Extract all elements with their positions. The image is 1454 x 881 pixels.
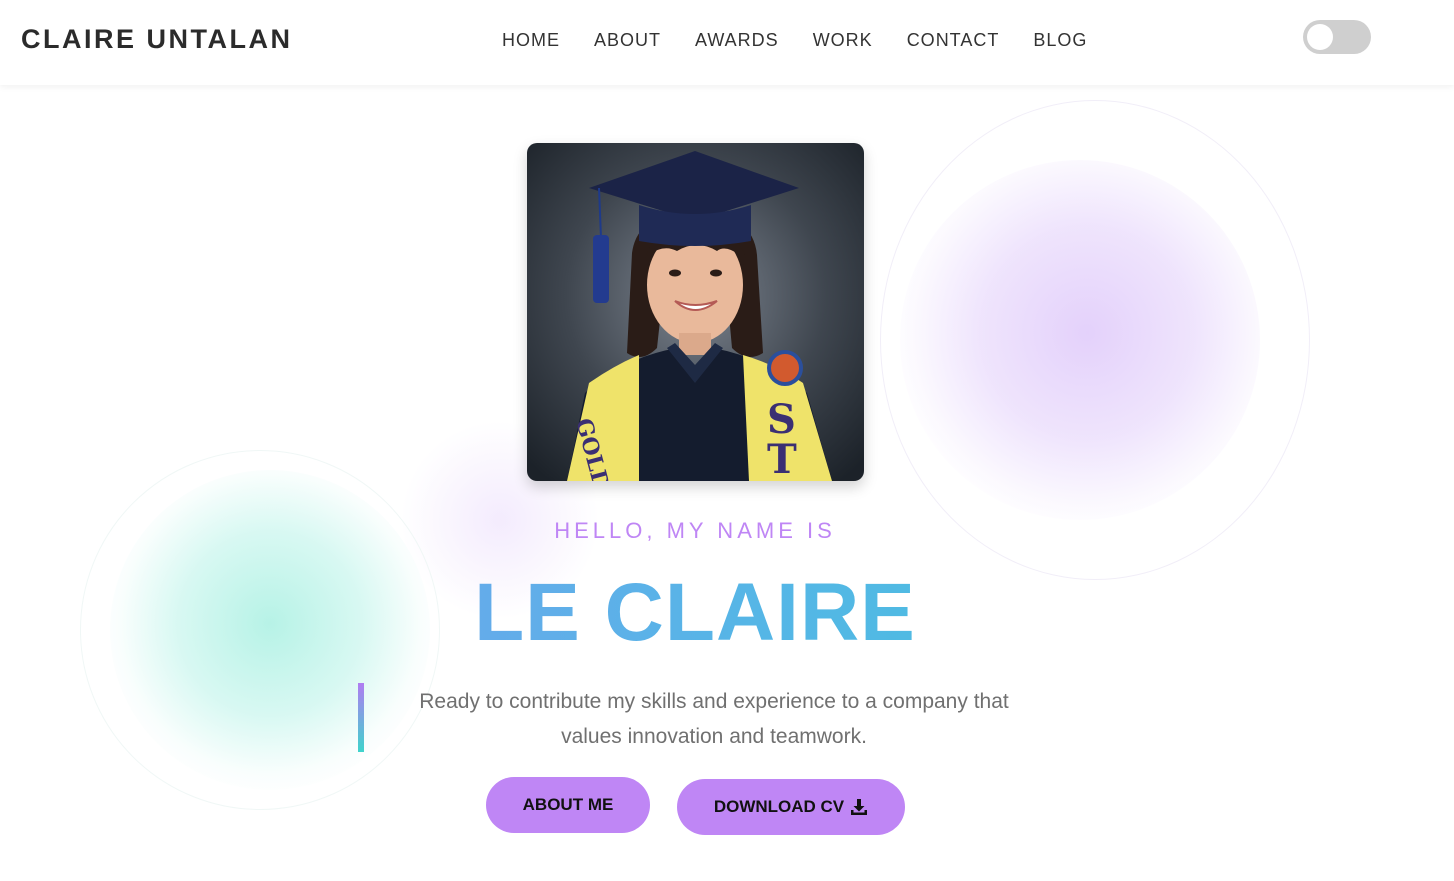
profile-photo: GOLDEN S T — [527, 143, 864, 481]
tagline-line-2: values innovation and teamwork. — [561, 725, 867, 748]
greeting-text: HELLO, MY NAME IS — [554, 518, 836, 543]
toggle-knob — [1307, 24, 1333, 50]
nav-contact[interactable]: CONTACT — [907, 30, 1000, 51]
graduation-portrait-icon: GOLDEN S T — [527, 143, 864, 481]
nav-work[interactable]: WORK — [813, 30, 873, 51]
nav-about[interactable]: ABOUT — [594, 30, 661, 51]
svg-text:T: T — [767, 436, 797, 481]
quote-accent-bar — [358, 683, 364, 752]
nav-awards[interactable]: AWARDS — [695, 30, 779, 51]
tagline-line-1: Ready to contribute my skills and experi… — [419, 690, 1009, 713]
download-icon — [851, 799, 868, 815]
about-me-label: ABOUT ME — [522, 795, 614, 814]
hero-name: LE CLAIRE — [0, 566, 1390, 660]
site-logo[interactable]: CLAIRE UNTALAN — [21, 24, 292, 55]
about-me-button[interactable]: ABOUT ME — [486, 777, 650, 833]
decorative-blob-purple — [900, 160, 1260, 520]
nav-blog[interactable]: BLOG — [1033, 30, 1087, 51]
site-header: CLAIRE UNTALAN HOME ABOUT AWARDS WORK CO… — [0, 0, 1454, 85]
download-cv-label: DOWNLOAD CV — [713, 797, 845, 816]
nav-home[interactable]: HOME — [502, 30, 560, 51]
tagline: Ready to contribute my skills and experi… — [398, 684, 1030, 754]
decorative-ring-purple — [880, 100, 1310, 580]
main-nav: HOME ABOUT AWARDS WORK CONTACT BLOG — [502, 30, 1121, 51]
theme-toggle[interactable] — [1303, 20, 1371, 54]
download-cv-button[interactable]: DOWNLOAD CV — [677, 779, 905, 835]
